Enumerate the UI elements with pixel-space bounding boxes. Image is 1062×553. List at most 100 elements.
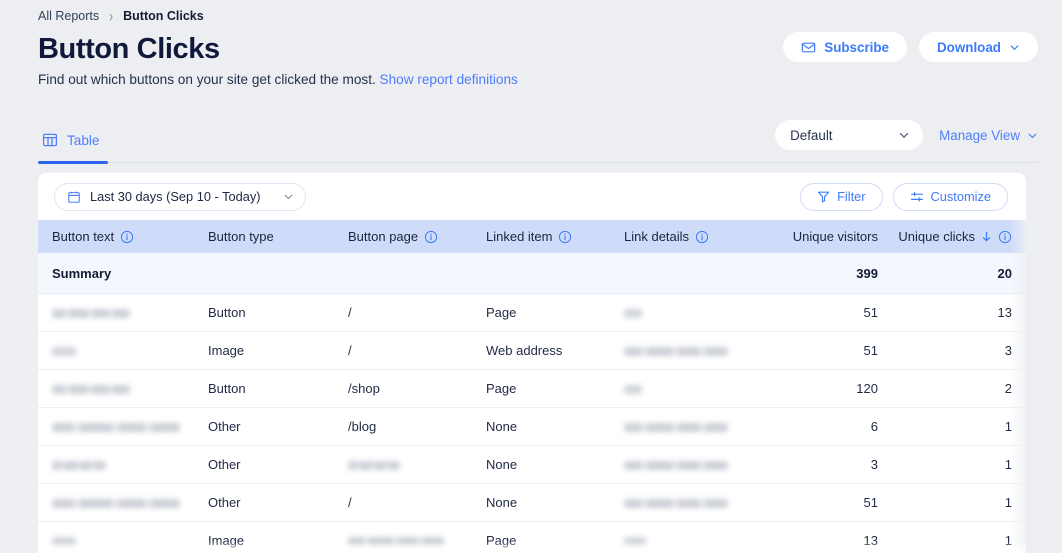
column-header-unique-clicks[interactable]: Unique clicks bbox=[892, 220, 1026, 254]
view-controls: Default Manage View bbox=[775, 120, 1038, 151]
view-select-value: Default bbox=[790, 127, 833, 143]
cell-button-text bbox=[38, 369, 194, 408]
tab-active-indicator bbox=[38, 161, 108, 165]
redacted-text bbox=[624, 385, 642, 395]
cell-unique-visitors: 6 bbox=[780, 407, 892, 446]
redacted-text bbox=[624, 499, 728, 509]
column-header-linked-item[interactable]: Linked item bbox=[472, 220, 610, 254]
page-subtitle-text: Find out which buttons on your site get … bbox=[38, 72, 376, 88]
cell-unique-clicks: 1 bbox=[892, 521, 1026, 553]
cell-unique-clicks: 1 bbox=[892, 483, 1026, 522]
page-header: Button Clicks Find out which buttons on … bbox=[0, 23, 1062, 87]
download-label: Download bbox=[937, 39, 1001, 55]
page-subtitle: Find out which buttons on your site get … bbox=[38, 72, 1062, 87]
table-row[interactable]: Other / None 51 1 bbox=[38, 483, 1026, 522]
date-range-picker[interactable]: Last 30 days (Sep 10 - Today) bbox=[54, 182, 306, 211]
column-header-button-type[interactable]: Button type bbox=[194, 220, 334, 254]
redacted-text bbox=[52, 537, 76, 547]
sliders-icon bbox=[910, 190, 924, 204]
column-header-unique-visitors[interactable]: Unique visitors bbox=[780, 220, 892, 254]
cell-link-details bbox=[610, 331, 780, 370]
summary-label: Summary bbox=[38, 253, 780, 294]
info-icon[interactable] bbox=[695, 230, 709, 244]
breadcrumb: All Reports › Button Clicks bbox=[0, 0, 1062, 26]
column-header-label: Link details bbox=[624, 229, 690, 245]
cell-unique-visitors: 51 bbox=[780, 483, 892, 522]
table-head: Button text Button type Button page Linked … bbox=[38, 220, 1026, 254]
cell-link-details bbox=[610, 521, 780, 553]
date-range-label: Last 30 days (Sep 10 - Today) bbox=[90, 189, 261, 205]
cell-linked-item: Page bbox=[472, 369, 610, 408]
chevron-down-icon bbox=[283, 191, 294, 202]
breadcrumb-all-reports[interactable]: All Reports bbox=[38, 9, 99, 23]
download-button[interactable]: Download bbox=[919, 32, 1038, 62]
table-scroll-area[interactable]: Button text Button type Button page Linked … bbox=[38, 220, 1026, 553]
cell-unique-clicks: 3 bbox=[892, 331, 1026, 370]
column-header-link-details[interactable]: Link details bbox=[610, 220, 780, 254]
show-report-definitions-link[interactable]: Show report definitions bbox=[380, 72, 518, 87]
cell-unique-visitors: 3 bbox=[780, 445, 892, 484]
customize-button[interactable]: Customize bbox=[892, 182, 1008, 211]
cell-linked-item: None bbox=[472, 407, 610, 446]
column-header-label: Button page bbox=[348, 229, 419, 245]
cell-button-text bbox=[38, 293, 194, 332]
manage-view-label: Manage View bbox=[939, 127, 1020, 143]
column-header-button-text[interactable]: Button text bbox=[38, 220, 194, 254]
cell-button-type: Button bbox=[194, 293, 334, 332]
table-row[interactable]: Image Page 13 1 bbox=[38, 521, 1026, 553]
toolbar-actions: Filter Customize bbox=[800, 182, 1008, 211]
table-row[interactable]: Other/blog None 6 1 bbox=[38, 407, 1026, 446]
redacted-text bbox=[52, 309, 130, 319]
cell-button-text bbox=[38, 521, 194, 553]
cell-button-page: / bbox=[334, 293, 472, 332]
cell-link-details bbox=[610, 407, 780, 446]
chevron-down-icon bbox=[1027, 130, 1038, 141]
column-header-label: Unique visitors bbox=[792, 229, 878, 245]
cell-unique-clicks: 13 bbox=[892, 293, 1026, 332]
cell-unique-visitors: 51 bbox=[780, 331, 892, 370]
cell-unique-visitors: 120 bbox=[780, 369, 892, 408]
column-header-label: Button text bbox=[52, 229, 115, 245]
info-icon[interactable] bbox=[120, 230, 134, 244]
info-icon[interactable] bbox=[558, 230, 572, 244]
cell-linked-item: Page bbox=[472, 293, 610, 332]
cell-button-type: Button bbox=[194, 369, 334, 408]
sort-descending-icon[interactable] bbox=[981, 231, 992, 243]
redacted-text bbox=[52, 461, 106, 471]
cell-unique-visitors: 51 bbox=[780, 293, 892, 332]
info-icon[interactable] bbox=[998, 230, 1012, 244]
manage-view-button[interactable]: Manage View bbox=[939, 128, 1038, 143]
cell-unique-visitors: 13 bbox=[780, 521, 892, 553]
cell-unique-clicks: 1 bbox=[892, 407, 1026, 446]
info-icon[interactable] bbox=[424, 230, 438, 244]
filter-label: Filter bbox=[837, 189, 866, 205]
redacted-text bbox=[348, 537, 444, 547]
column-header-label: Unique clicks bbox=[898, 229, 975, 245]
customize-label: Customize bbox=[930, 189, 991, 205]
table-row[interactable]: Button/shop Page 120 2 bbox=[38, 369, 1026, 408]
table-icon bbox=[42, 132, 58, 148]
view-select[interactable]: Default bbox=[775, 120, 924, 151]
cell-button-type: Other bbox=[194, 445, 334, 484]
redacted-text bbox=[624, 309, 642, 319]
chevron-down-icon bbox=[1009, 42, 1020, 53]
subscribe-button[interactable]: Subscribe bbox=[783, 32, 908, 62]
table-row[interactable]: Button / Page 51 13 bbox=[38, 293, 1026, 332]
cell-button-type: Image bbox=[194, 521, 334, 553]
chevron-down-icon bbox=[898, 129, 910, 141]
table-body: Summary 399 20 Button / Page 51 13 Image / Web add… bbox=[38, 253, 1026, 553]
table-row[interactable]: Image / Web address 51 3 bbox=[38, 331, 1026, 370]
cell-link-details bbox=[610, 445, 780, 484]
table-row[interactable]: Other None 3 1 bbox=[38, 445, 1026, 484]
filter-button[interactable]: Filter bbox=[800, 182, 883, 211]
button-clicks-table: Button text Button type Button page Linked … bbox=[38, 220, 1026, 553]
card-toolbar: Last 30 days (Sep 10 - Today) Filter Cus… bbox=[38, 173, 1026, 220]
cell-link-details bbox=[610, 369, 780, 408]
tab-table[interactable]: Table bbox=[38, 120, 104, 160]
cell-button-text bbox=[38, 483, 194, 522]
cell-linked-item: None bbox=[472, 483, 610, 522]
funnel-icon bbox=[817, 190, 830, 203]
column-header-button-page[interactable]: Button page bbox=[334, 220, 472, 254]
cell-link-details bbox=[610, 483, 780, 522]
cell-button-page bbox=[334, 521, 472, 553]
